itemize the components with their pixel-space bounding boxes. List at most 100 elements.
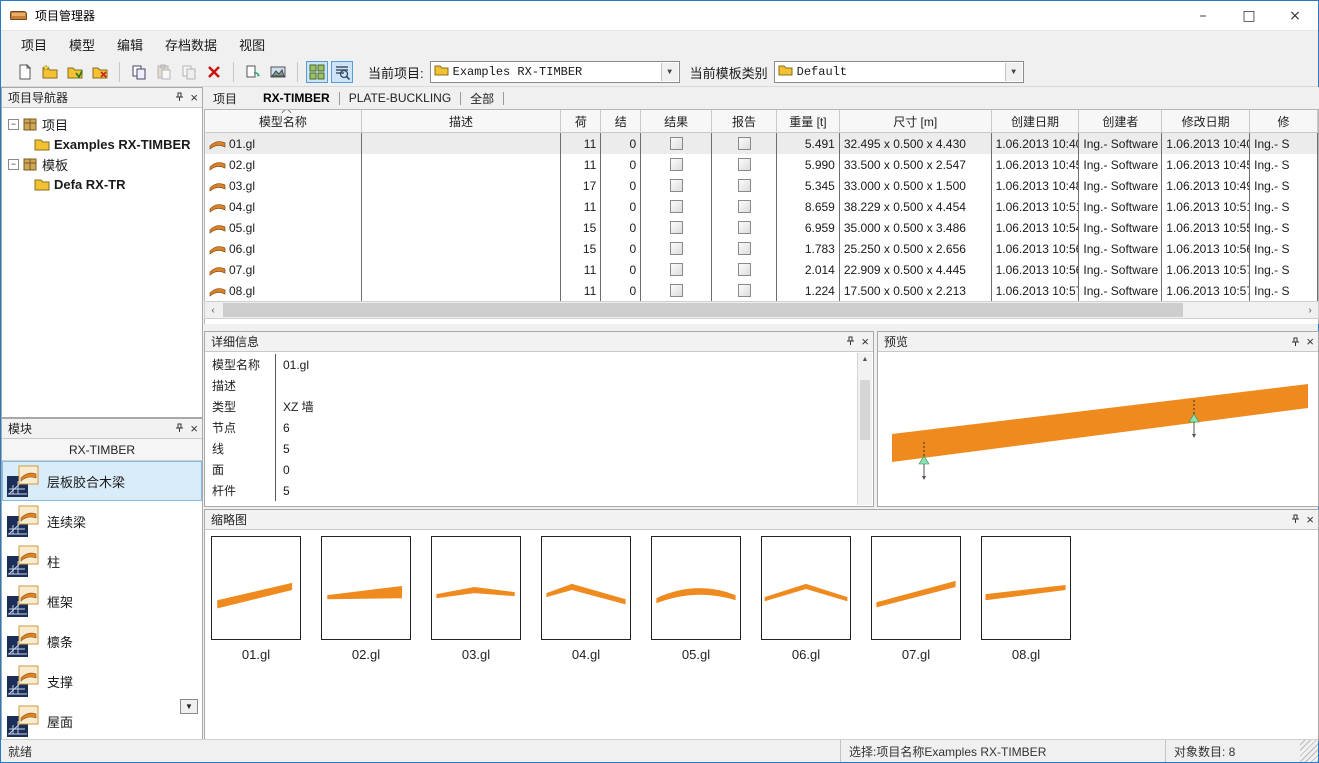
module-item-连续梁[interactable]: 连续梁 xyxy=(2,501,202,541)
close-icon[interactable]: × xyxy=(190,91,198,104)
module-item-屋面[interactable]: 屋面 xyxy=(2,701,202,740)
column-header-0[interactable]: 模型名称 xyxy=(205,110,362,132)
report-checkbox[interactable] xyxy=(738,158,751,171)
close-icon[interactable]: × xyxy=(1306,513,1314,526)
scroll-down-button[interactable]: ▼ xyxy=(180,699,198,714)
thumbnail-image[interactable] xyxy=(541,536,631,640)
tree-node-label[interactable]: 模板 xyxy=(42,155,68,174)
table-row-03.gl[interactable]: 03.gl1705.34533.000 x 0.500 x 1.5001.06.… xyxy=(205,175,1318,196)
menu-item-项目[interactable]: 项目 xyxy=(11,32,57,57)
template-category-select[interactable]: Default ▼ xyxy=(774,61,1024,83)
maximize-button[interactable]: □ xyxy=(1226,1,1272,30)
results-checkbox[interactable] xyxy=(670,263,683,276)
scrollbar-thumb[interactable] xyxy=(223,303,1183,317)
copy-icon[interactable] xyxy=(128,61,150,83)
report-checkbox[interactable] xyxy=(738,137,751,150)
tree-node-label[interactable]: Defa RX-TR xyxy=(54,177,126,192)
chevron-down-icon[interactable]: ▼ xyxy=(1005,63,1022,81)
results-checkbox[interactable] xyxy=(670,242,683,255)
table-row-07.gl[interactable]: 07.gl1102.01422.909 x 0.500 x 4.4451.06.… xyxy=(205,259,1318,280)
pin-icon[interactable] xyxy=(175,91,184,105)
collapse-icon[interactable]: − xyxy=(8,119,19,130)
column-header-4[interactable]: 结果 xyxy=(641,110,712,132)
tree-node-default-template[interactable]: Defa RX-TR xyxy=(34,174,200,194)
table-row-06.gl[interactable]: 06.gl1501.78325.250 x 0.500 x 2.6561.06.… xyxy=(205,238,1318,259)
tree-node-templates[interactable]: − 模板 xyxy=(4,154,200,174)
module-item-层板胶合木梁[interactable]: 层板胶合木梁 xyxy=(2,461,202,501)
column-header-6[interactable]: 重量 [t] xyxy=(777,110,840,132)
column-header-1[interactable]: 描述 xyxy=(362,110,562,132)
report-checkbox[interactable] xyxy=(738,179,751,192)
table-row-04.gl[interactable]: 04.gl1108.65938.229 x 0.500 x 4.4541.06.… xyxy=(205,196,1318,217)
results-checkbox[interactable] xyxy=(670,284,683,297)
thumbnail-06.gl[interactable]: 06.gl xyxy=(761,536,851,662)
thumbnail-image[interactable] xyxy=(321,536,411,640)
column-header-2[interactable]: 荷 xyxy=(561,110,601,132)
close-button[interactable]: × xyxy=(1272,1,1318,30)
results-checkbox[interactable] xyxy=(670,137,683,150)
copy-special-icon[interactable] xyxy=(178,61,200,83)
module-item-框架[interactable]: 框架 xyxy=(2,581,202,621)
results-checkbox[interactable] xyxy=(670,179,683,192)
thumbnail-08.gl[interactable]: 08.gl xyxy=(981,536,1071,662)
column-header-11[interactable]: 修 xyxy=(1250,110,1318,132)
edit-project-icon[interactable] xyxy=(89,61,111,83)
pin-icon[interactable] xyxy=(175,422,184,436)
report-checkbox[interactable] xyxy=(738,221,751,234)
results-checkbox[interactable] xyxy=(670,221,683,234)
menu-item-存档数据[interactable]: 存档数据 xyxy=(155,32,227,57)
pin-icon[interactable] xyxy=(1291,337,1300,347)
new-model-icon[interactable] xyxy=(14,61,36,83)
thumbnail-04.gl[interactable]: 04.gl xyxy=(541,536,631,662)
column-header-7[interactable]: 尺寸 [m] xyxy=(840,110,992,132)
tree-node-examples-rx-timber[interactable]: Examples RX-TIMBER xyxy=(34,134,200,154)
tab-PLATE-BUCKLING[interactable]: PLATE-BUCKLING xyxy=(340,89,460,107)
scroll-up-icon[interactable]: ▲ xyxy=(858,353,872,366)
thumbnail-image[interactable] xyxy=(651,536,741,640)
close-icon[interactable]: × xyxy=(190,422,198,435)
tab-全部[interactable]: 全部 xyxy=(461,88,503,109)
table-horizontal-scrollbar[interactable]: ‹ › xyxy=(204,301,1319,319)
table-row-02.gl[interactable]: 02.gl1105.99033.500 x 0.500 x 2.5471.06.… xyxy=(205,154,1318,175)
column-header-5[interactable]: 报告 xyxy=(712,110,777,132)
thumbnail-image[interactable] xyxy=(211,536,301,640)
module-group-header[interactable]: RX-TIMBER xyxy=(2,439,202,461)
table-row-01.gl[interactable]: 01.gl1105.49132.495 x 0.500 x 4.4301.06.… xyxy=(205,133,1318,154)
tab-RX-TIMBER[interactable]: RX-TIMBER xyxy=(254,89,339,107)
module-item-柱[interactable]: 柱 xyxy=(2,541,202,581)
thumbnail-03.gl[interactable]: 03.gl xyxy=(431,536,521,662)
connect-icon[interactable] xyxy=(242,61,264,83)
thumbnail-image[interactable] xyxy=(431,536,521,640)
details-vertical-scrollbar[interactable]: ▲ xyxy=(857,353,872,505)
thumbnail-02.gl[interactable]: 02.gl xyxy=(321,536,411,662)
column-header-8[interactable]: 创建日期 xyxy=(992,110,1080,132)
column-header-10[interactable]: 修改日期 xyxy=(1162,110,1250,132)
open-project-icon[interactable] xyxy=(64,61,86,83)
pin-icon[interactable] xyxy=(846,335,855,349)
module-item-支撑[interactable]: 支撑 xyxy=(2,661,202,701)
report-checkbox[interactable] xyxy=(738,284,751,297)
scrollbar-thumb[interactable] xyxy=(860,380,870,440)
thumbnail-01.gl[interactable]: 01.gl xyxy=(211,536,301,662)
resize-grip[interactable] xyxy=(1300,740,1318,762)
thumbnail-image[interactable] xyxy=(761,536,851,640)
thumbnail-image[interactable] xyxy=(981,536,1071,640)
tree-node-label[interactable]: Examples RX-TIMBER xyxy=(54,137,191,152)
thumbnail-view-icon[interactable] xyxy=(306,61,328,83)
pin-icon[interactable] xyxy=(1291,513,1300,527)
new-project-icon[interactable] xyxy=(39,61,61,83)
minimize-button[interactable]: – xyxy=(1180,1,1226,30)
tab-项目[interactable]: 项目 xyxy=(204,88,246,109)
thumbnail-image[interactable] xyxy=(871,536,961,640)
scroll-right-icon[interactable]: › xyxy=(1302,302,1318,318)
report-checkbox[interactable] xyxy=(738,242,751,255)
column-header-3[interactable]: 结 xyxy=(601,110,641,132)
report-checkbox[interactable] xyxy=(738,200,751,213)
current-project-select[interactable]: Examples RX-TIMBER ▼ xyxy=(430,61,680,83)
module-item-檩条[interactable]: 檩条 xyxy=(2,621,202,661)
tree-node-projects[interactable]: − 项目 xyxy=(4,114,200,134)
thumbnail-05.gl[interactable]: 05.gl xyxy=(651,536,741,662)
table-row-08.gl[interactable]: 08.gl1101.22417.500 x 0.500 x 2.2131.06.… xyxy=(205,280,1318,301)
menu-item-模型[interactable]: 模型 xyxy=(59,32,105,57)
collapse-icon[interactable]: − xyxy=(8,159,19,170)
